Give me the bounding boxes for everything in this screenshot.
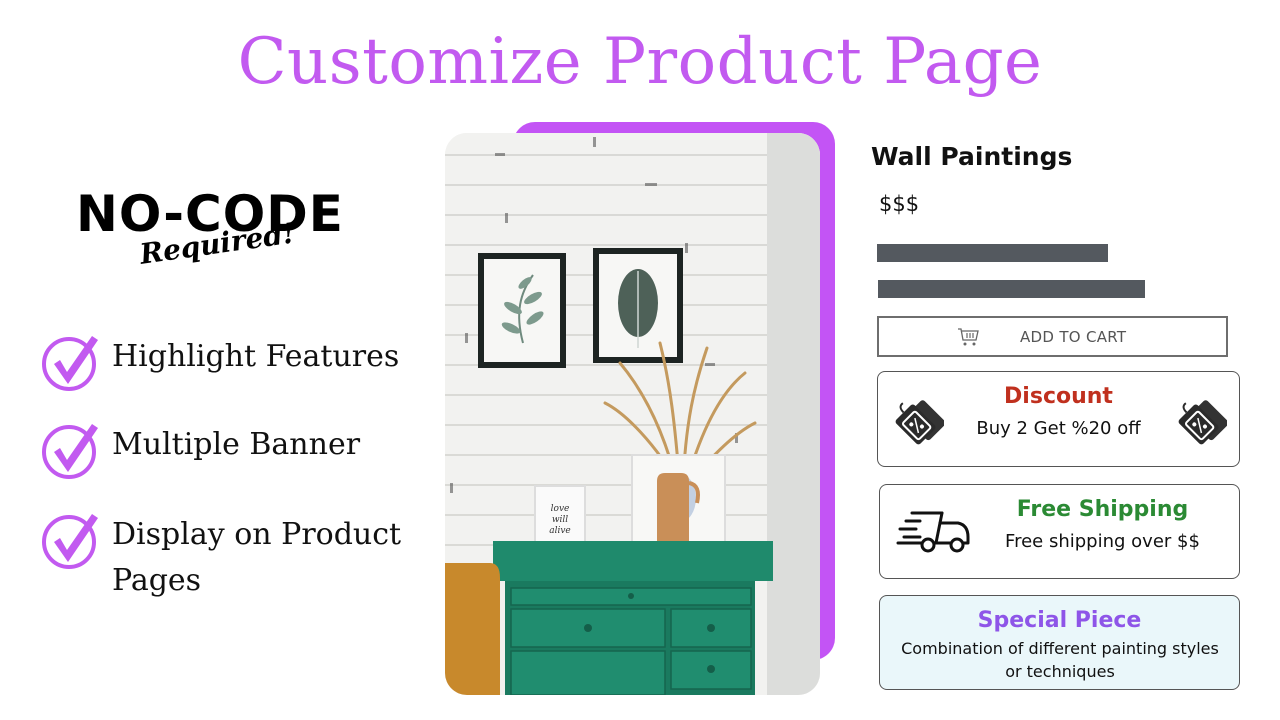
- discount-tag-icon: [1178, 400, 1227, 445]
- check-circle-icon: [42, 336, 98, 391]
- feature-item: Multiple Banner: [40, 418, 432, 480]
- svg-text:love: love: [551, 504, 570, 514]
- add-to-cart-button[interactable]: ADD TO CART: [877, 316, 1228, 357]
- description-placeholder-line: [878, 280, 1145, 298]
- feature-label: Multiple Banner: [112, 427, 361, 462]
- free-shipping-banner: Free Shipping Free shipping over $$: [879, 484, 1240, 579]
- page-title: Customize Product Page: [237, 25, 1043, 99]
- add-to-cart-label: ADD TO CART: [1020, 328, 1127, 346]
- special-piece-banner: Special Piece Combination of different p…: [879, 595, 1240, 690]
- feature-label: Highlight Features: [112, 339, 400, 374]
- product-photo: love will alive: [445, 133, 820, 695]
- interior-illustration: love will alive: [445, 133, 820, 695]
- svg-text:will: will: [552, 515, 568, 525]
- check-circle-icon: [42, 424, 98, 479]
- special-piece-text: Combination of different painting styles…: [901, 639, 1219, 681]
- discount-banner: Discount Buy 2 Get %20 off: [877, 371, 1240, 467]
- svg-text:alive: alive: [549, 526, 571, 536]
- feature-label: Display on Product Pages: [112, 517, 402, 598]
- special-piece-heading: Special Piece: [977, 608, 1142, 633]
- feature-item: Display on Product Pages: [40, 508, 432, 604]
- free-shipping-text: Free shipping over $$: [1005, 531, 1200, 552]
- description-placeholder-line: [877, 244, 1108, 262]
- product-price: $$$: [879, 192, 920, 216]
- product-title: Wall Paintings: [871, 142, 1073, 171]
- feature-item: Highlight Features: [40, 330, 432, 392]
- free-shipping-heading: Free Shipping: [1016, 497, 1189, 522]
- shopping-cart-icon: [958, 328, 979, 346]
- check-circle-icon: [42, 514, 98, 569]
- delivery-truck-icon: [896, 511, 970, 553]
